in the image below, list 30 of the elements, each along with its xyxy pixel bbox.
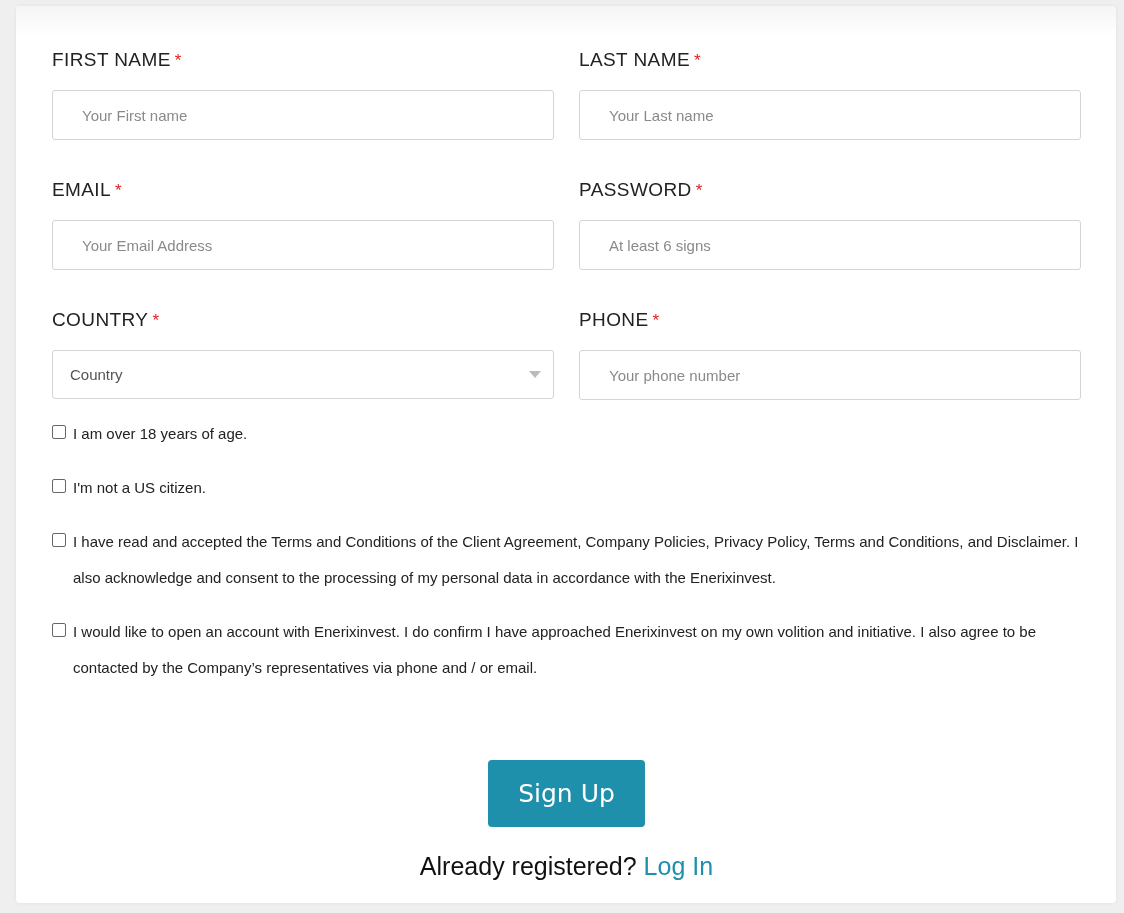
required-mark: * <box>174 51 182 71</box>
field-label: COUNTRY <box>52 308 149 332</box>
field-label: FIRST NAME <box>52 48 171 72</box>
agreement-text: I have read and accepted the Terms and Conditions of the Client Agreement, Company Policies, Privacy Policy, Terms and Conditions, and Disclaimer. I also acknowledge and consent to the processing of my personal data in accordance with the Enerixinvest. <box>73 532 1080 588</box>
required-mark: * <box>115 181 122 201</box>
log-in-link[interactable]: Log In <box>643 852 714 880</box>
required-mark: * <box>693 51 701 71</box>
input-field[interactable]: Your phone number <box>579 350 1081 400</box>
required-mark: * <box>695 181 703 201</box>
login-prompt: Already registered? <box>419 852 637 880</box>
country-select[interactable]: Country <box>52 350 554 399</box>
checkbox[interactable] <box>52 533 66 547</box>
checkbox[interactable] <box>52 425 66 439</box>
agreement-text: I am over 18 years of age. <box>73 424 249 444</box>
input-field[interactable]: Your Email Address <box>52 220 554 270</box>
field-label: LAST NAME <box>579 48 690 72</box>
field-label: PHONE <box>579 308 649 332</box>
input-field[interactable]: Your Last name <box>579 90 1081 140</box>
input-field[interactable]: Your First name <box>52 90 554 140</box>
required-mark: * <box>652 311 660 331</box>
agreement-text: I'm not a US citizen. <box>73 478 207 498</box>
required-mark: * <box>152 311 160 331</box>
input-field[interactable]: At least 6 signs <box>579 220 1081 270</box>
checkbox[interactable] <box>52 623 66 637</box>
caret-icon <box>529 371 541 378</box>
field-label: PASSWORD <box>579 178 692 202</box>
checkbox[interactable] <box>52 479 66 493</box>
field-label: EMAIL <box>52 178 112 202</box>
sign-up-button[interactable]: Sign Up <box>488 760 645 827</box>
agreement-text: I would like to open an account with Enerixinvest. I do confirm I have approached Enerixinvest on my own volition and initiative. I also agree to be contacted by the Company’s representatives via phone and / or email. <box>73 622 1038 678</box>
